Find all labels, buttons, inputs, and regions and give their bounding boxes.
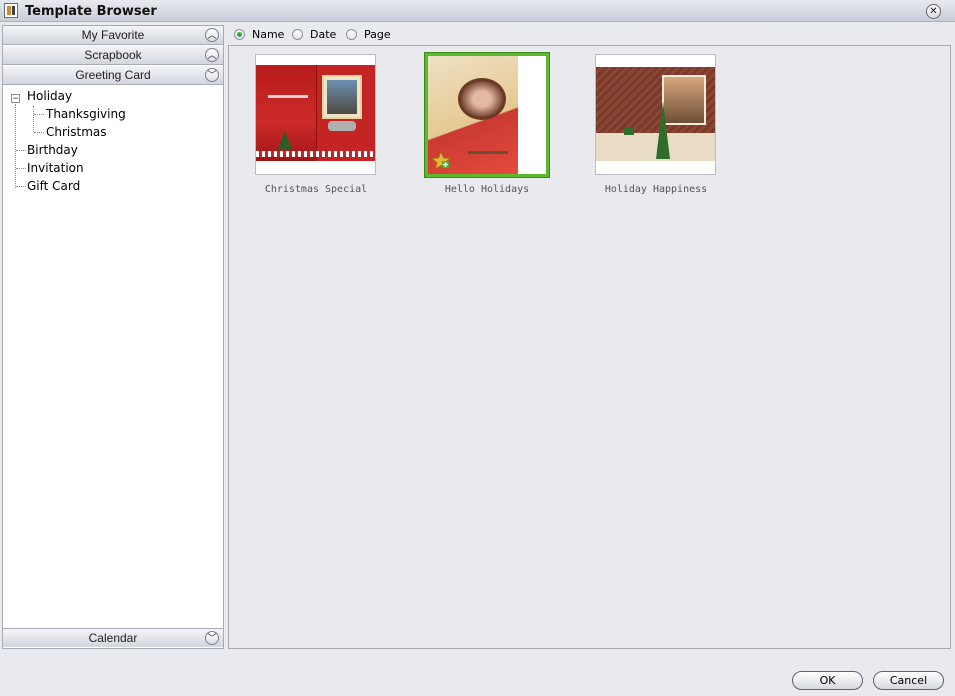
thumbnail-photo [322, 75, 362, 119]
tree-item-birthday[interactable]: Birthday [27, 141, 78, 159]
template-grid: Christmas Special Hello Holidays Holiday… [228, 45, 951, 649]
radio-checked-icon [234, 29, 245, 40]
sort-by-date-radio[interactable]: Date [292, 27, 342, 43]
thumbnail-ornament [328, 121, 356, 131]
thumbnail-photo [458, 78, 506, 120]
close-icon: ✕ [929, 6, 938, 17]
tree-line [16, 150, 26, 151]
template-caption: Holiday Happiness [604, 184, 708, 195]
chevron-down-icon[interactable]: ﹀ [205, 68, 219, 82]
tree-ornament [656, 101, 670, 159]
thumbnail-text-mark [268, 95, 308, 98]
section-calendar[interactable]: Calendar ﹀ [3, 628, 223, 647]
section-scrapbook[interactable]: Scrapbook ︿ [3, 46, 223, 65]
radio-unchecked-icon [292, 29, 303, 40]
app-icon [4, 3, 18, 18]
section-greeting-card[interactable]: Greeting Card ﹀ [3, 66, 223, 85]
tree-line [34, 114, 44, 115]
sort-by-page-radio[interactable]: Page [346, 27, 396, 43]
thumbnail-lace [256, 151, 375, 157]
radio-label: Name [252, 28, 285, 41]
window-title: Template Browser [25, 4, 157, 19]
tree-ornament [278, 131, 292, 149]
tree-item-gift-card[interactable]: Gift Card [27, 177, 80, 195]
section-label: Scrapbook [84, 48, 142, 62]
thumbnail-ornament [624, 127, 634, 135]
category-panel: My Favorite ︿ Scrapbook ︿ Greeting Card … [2, 25, 224, 649]
chevron-up-icon[interactable]: ︿ [205, 48, 219, 62]
section-my-favorite[interactable]: My Favorite ︿ [3, 26, 223, 45]
radio-label: Page [364, 28, 391, 41]
template-caption: Christmas Special [264, 184, 368, 195]
tree-line [34, 132, 44, 133]
tree-item-holiday[interactable]: Holiday [27, 87, 72, 105]
template-thumbnail-selected[interactable] [425, 53, 549, 177]
template-thumbnail[interactable] [255, 54, 376, 175]
section-label: Calendar [88, 631, 138, 645]
favorite-star-icon[interactable] [431, 152, 451, 170]
sort-by-name-radio[interactable]: Name [234, 27, 289, 43]
chevron-down-icon[interactable]: ﹀ [205, 631, 219, 645]
section-label: Greeting Card [75, 68, 151, 82]
tree-line [16, 168, 26, 169]
tree-item-thanksgiving[interactable]: Thanksgiving [46, 105, 126, 123]
section-label: My Favorite [81, 28, 145, 42]
template-caption: Hello Holidays [444, 184, 530, 195]
radio-unchecked-icon [346, 29, 357, 40]
tree-item-christmas[interactable]: Christmas [46, 123, 107, 141]
title-bar: Template Browser ✕ [0, 0, 955, 22]
tree-expander-icon[interactable]: − [11, 94, 20, 103]
thumbnail-text-mark [468, 151, 508, 154]
tree-line [33, 106, 34, 132]
chevron-up-icon[interactable]: ︿ [205, 28, 219, 42]
photo-image [327, 80, 357, 114]
tree-item-invitation[interactable]: Invitation [27, 159, 84, 177]
ok-button[interactable]: OK [792, 671, 863, 690]
tree-line [16, 186, 26, 187]
tree-line [15, 104, 16, 188]
template-thumbnail[interactable] [595, 54, 716, 175]
close-button[interactable]: ✕ [926, 4, 941, 19]
radio-label: Date [310, 28, 337, 41]
cancel-button[interactable]: Cancel [873, 671, 944, 690]
